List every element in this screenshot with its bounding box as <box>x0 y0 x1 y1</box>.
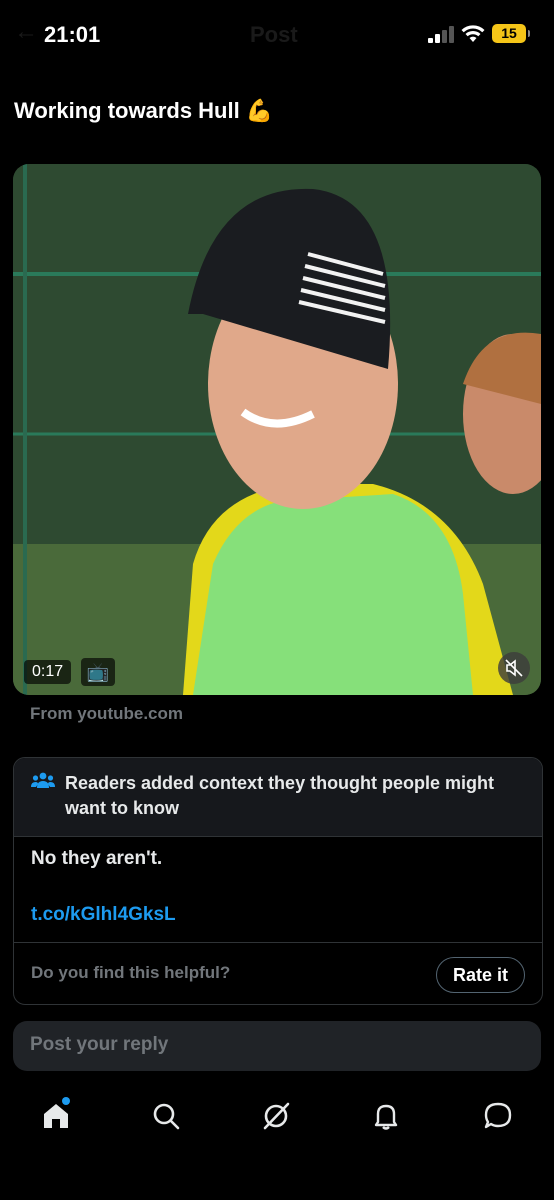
bell-icon[interactable] <box>370 1100 402 1132</box>
search-icon[interactable] <box>150 1100 182 1132</box>
reply-input[interactable]: Post your reply <box>13 1021 541 1071</box>
chat-icon[interactable] <box>482 1100 514 1132</box>
community-note: Readers added context they thought peopl… <box>13 757 543 1005</box>
status-time: 21:01 <box>44 22 101 47</box>
status-bar: ← Post 21:01 15 <box>0 0 554 70</box>
post-text: Working towards Hull 💪 <box>14 98 274 123</box>
back-arrow-icon[interactable]: ← <box>14 18 38 46</box>
video-player[interactable]: 0:17 📺 <box>13 164 541 695</box>
community-note-title: Readers added context they thought peopl… <box>65 773 495 818</box>
cellular-signal-icon <box>428 25 454 43</box>
battery-indicator: 15 <box>492 24 530 43</box>
bottom-tab-bar <box>0 1088 554 1148</box>
people-icon <box>31 772 55 788</box>
muted-speaker-icon[interactable] <box>498 652 530 684</box>
tv-icon: 📺 <box>81 658 115 686</box>
community-note-body: No they aren't. <box>31 848 163 869</box>
media-source[interactable]: From youtube.com <box>30 704 183 724</box>
community-note-link[interactable]: t.co/kGlhl4GksL <box>31 904 176 926</box>
community-note-header: Readers added context they thought peopl… <box>14 758 542 837</box>
reply-placeholder: Post your reply <box>30 1034 169 1055</box>
screen-title: Post <box>250 22 298 47</box>
rate-it-button[interactable]: Rate it <box>435 957 525 993</box>
helpful-prompt: Do you find this helpful? <box>31 963 231 982</box>
wifi-icon <box>461 25 485 42</box>
grok-icon[interactable] <box>260 1100 292 1132</box>
unread-indicator <box>62 1097 70 1105</box>
video-duration: 0:17 <box>24 660 72 684</box>
home-icon[interactable] <box>40 1097 72 1132</box>
video-frame <box>13 164 541 695</box>
community-note-footer: Do you find this helpful? Rate it <box>14 942 542 1004</box>
